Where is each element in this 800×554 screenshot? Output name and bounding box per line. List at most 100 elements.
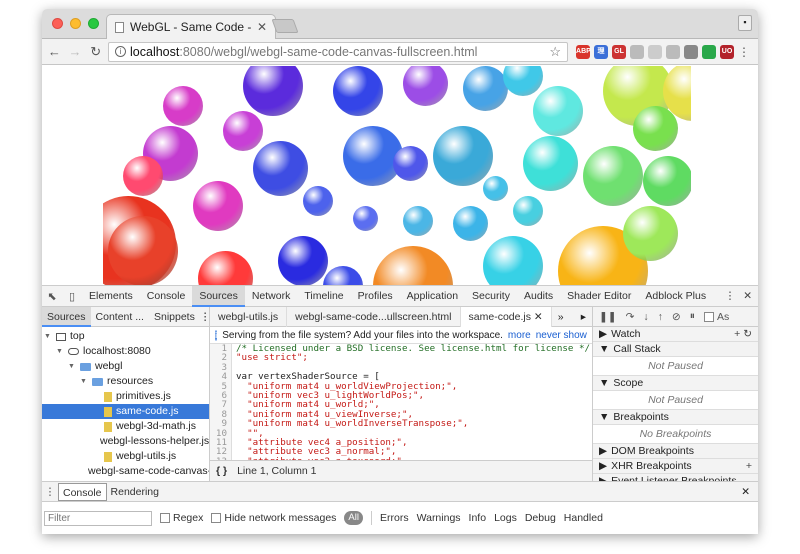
address-bar[interactable]: i localhost:8080/webgl/webgl-same-code-c… xyxy=(108,41,569,62)
file-tab-same-code-js[interactable]: same-code.js ✕ xyxy=(460,307,552,327)
section-scope[interactable]: ▼ Scope xyxy=(593,376,758,391)
hide-network-checkbox[interactable]: Hide network messages xyxy=(211,512,336,524)
tree-item[interactable]: ▼ top xyxy=(42,329,209,344)
tree-item[interactable]: primitives.js xyxy=(42,389,209,404)
tree-item[interactable]: webgl-3d-math.js xyxy=(42,419,209,434)
more-tabs-icon[interactable]: » xyxy=(552,311,570,323)
tab-shader-editor[interactable]: Shader Editor xyxy=(560,286,638,307)
expand-arrow-icon[interactable]: ▼ xyxy=(44,329,52,344)
ext-share-icon[interactable] xyxy=(666,44,681,59)
tab-console[interactable]: Console xyxy=(140,286,193,307)
section-dom-breakpoints[interactable]: ▶ DOM Breakpoints xyxy=(593,444,758,459)
tab-application[interactable]: Application xyxy=(400,286,465,307)
close-tab-icon[interactable]: ✕ xyxy=(257,20,267,34)
abp-icon[interactable]: ABP xyxy=(576,44,591,59)
section-watch[interactable]: ▶ Watch + ↻ xyxy=(593,327,758,342)
maximize-window-button[interactable] xyxy=(88,18,99,29)
tab-elements[interactable]: Elements xyxy=(82,286,140,307)
console-filter-input[interactable] xyxy=(44,510,152,526)
level-all-button[interactable]: All xyxy=(344,511,363,525)
step-over-icon[interactable]: ↷ xyxy=(626,311,635,323)
console-drawer: ⋮ ConsoleRendering ✕ Regex Hide network m… xyxy=(42,481,758,534)
gl-icon[interactable]: GL xyxy=(612,44,627,59)
drawer-tab-rendering[interactable]: Rendering xyxy=(107,483,163,501)
tab-adblock-plus[interactable]: Adblock Plus xyxy=(638,286,713,307)
ublock-icon[interactable]: UO xyxy=(720,44,735,59)
pause-on-exceptions-icon[interactable]: ⏸ xyxy=(690,310,695,323)
tree-item[interactable]: webgl-same-code-canvas-fu xyxy=(42,464,209,479)
webgl-canvas[interactable] xyxy=(103,66,691,285)
ext-cloud-icon[interactable] xyxy=(648,44,663,59)
async-checkbox[interactable]: As xyxy=(703,311,729,323)
tab-sources[interactable]: Sources xyxy=(192,285,245,307)
pause-icon[interactable]: ❚❚ xyxy=(599,311,617,323)
regex-checkbox[interactable]: Regex xyxy=(160,512,203,524)
tab-audits[interactable]: Audits xyxy=(517,286,560,307)
file-tab-webgl-utils-js[interactable]: webgl-utils.js xyxy=(210,307,288,327)
nav-tab-sources[interactable]: Sources xyxy=(42,307,91,327)
devtools-close-icon[interactable]: ✕ xyxy=(743,290,752,302)
tree-item[interactable]: ▼ localhost:8080 xyxy=(42,344,209,359)
browser-tab[interactable]: WebGL - Same Code - Canvas ✕ xyxy=(106,14,276,39)
nav-tab-snippets[interactable]: Snippets xyxy=(149,307,200,327)
toggle-debugger-icon[interactable]: ▸ xyxy=(581,311,592,323)
tree-item[interactable]: ▼ webgl xyxy=(42,359,209,374)
translate-icon[interactable]: 理 xyxy=(594,44,609,59)
expand-arrow-icon[interactable]: ▼ xyxy=(68,359,76,374)
step-into-icon[interactable]: ↓ xyxy=(643,311,648,323)
reload-icon[interactable]: ↻ xyxy=(87,44,104,60)
tree-item[interactable]: ▼ resources xyxy=(42,374,209,389)
section-action-icon[interactable]: + xyxy=(746,459,758,474)
level-logs-button[interactable]: Logs xyxy=(494,512,517,524)
cast-icon[interactable] xyxy=(684,44,699,59)
file-tab-webgl-same-code-ullscreen-html[interactable]: webgl-same-code...ullscreen.html xyxy=(287,307,461,327)
tab-profiles[interactable]: Profiles xyxy=(351,286,400,307)
bookmark-star-icon[interactable]: ☆ xyxy=(549,44,561,60)
expand-arrow-icon[interactable]: ▼ xyxy=(56,344,64,359)
tree-item[interactable]: webgl-utils.js xyxy=(42,449,209,464)
info-icon[interactable]: i xyxy=(115,46,127,57)
close-file-tab-icon[interactable]: ✕ xyxy=(531,311,543,323)
device-toolbar-icon[interactable]: ▯ xyxy=(62,290,82,303)
tab-timeline[interactable]: Timeline xyxy=(297,286,350,307)
browser-menu-icon[interactable]: ⋮ xyxy=(738,45,754,59)
tab-security[interactable]: Security xyxy=(465,286,517,307)
level-warnings-button[interactable]: Warnings xyxy=(417,512,461,524)
level-errors-button[interactable]: Errors xyxy=(380,512,409,524)
section-event-listener-breakpoints[interactable]: ▶ Event Listener Breakpoints xyxy=(593,474,758,481)
pretty-print-icon[interactable]: { } xyxy=(216,465,227,477)
section-xhr-breakpoints[interactable]: ▶ XHR Breakpoints + xyxy=(593,459,758,474)
section-action-icon[interactable]: + ↻ xyxy=(734,327,758,342)
infobar-more-link[interactable]: more xyxy=(508,330,531,341)
nav-more-icon[interactable]: ⋮ xyxy=(200,311,209,323)
section-call-stack[interactable]: ▼ Call Stack xyxy=(593,342,758,357)
inspect-element-icon[interactable]: ⬉ xyxy=(42,290,62,303)
ext-green-icon[interactable] xyxy=(702,44,717,59)
section-breakpoints[interactable]: ▼ Breakpoints xyxy=(593,410,758,425)
window-menu-button[interactable]: ▪ xyxy=(738,15,752,31)
minimize-window-button[interactable] xyxy=(70,18,81,29)
drawer-tab-console[interactable]: Console xyxy=(58,482,107,501)
level-handled-button[interactable]: Handled xyxy=(564,512,603,524)
tree-item[interactable]: webgl-lessons-helper.js xyxy=(42,434,209,449)
code-editor[interactable]: 1/* Licensed under a BSD license. See li… xyxy=(210,344,592,460)
level-debug-button[interactable]: Debug xyxy=(525,512,556,524)
tree-item[interactable]: same-code.js xyxy=(42,404,209,419)
sphere xyxy=(323,266,363,285)
ext-gray-icon[interactable] xyxy=(630,44,645,59)
nav-tab-content[interactable]: Content ... xyxy=(91,307,149,327)
url-path: :8080/webgl/webgl-same-code-canvas-fulls… xyxy=(179,44,478,59)
close-window-button[interactable] xyxy=(52,18,63,29)
drawer-menu-icon[interactable]: ⋮ xyxy=(42,486,58,498)
step-out-icon[interactable]: ↑ xyxy=(658,311,663,323)
back-icon[interactable]: ← xyxy=(46,44,63,59)
infobar-never-show-link[interactable]: never show xyxy=(536,330,587,341)
devtools-menu-icon[interactable]: ⋮ xyxy=(725,290,736,302)
deactivate-breakpoints-icon[interactable]: ⊘ xyxy=(672,311,681,323)
forward-icon[interactable]: → xyxy=(67,44,84,59)
new-tab-button[interactable] xyxy=(271,19,299,33)
level-info-button[interactable]: Info xyxy=(469,512,487,524)
tab-network[interactable]: Network xyxy=(245,286,298,307)
expand-arrow-icon[interactable]: ▼ xyxy=(80,374,88,389)
drawer-close-icon[interactable]: ✕ xyxy=(741,486,758,498)
